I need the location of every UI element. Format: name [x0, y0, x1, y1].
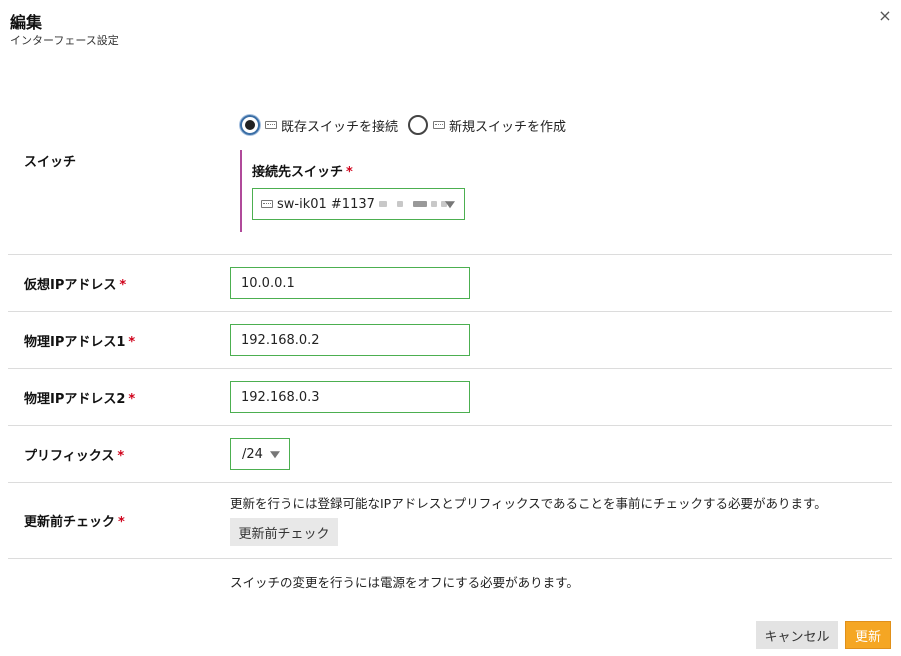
required-mark: *	[118, 515, 125, 530]
prefix-select[interactable]: /24	[230, 438, 290, 470]
pre-check-description: 更新を行うには登録可能なIPアドレスとプリフィックスであることを事前にチェックす…	[230, 496, 827, 511]
physical-ip2-label: 物理IPアドレス2 *	[24, 388, 135, 407]
prefix-label: プリフィックス *	[24, 445, 124, 464]
switch-icon	[433, 121, 446, 129]
radio-existing-switch-label[interactable]: 既存スイッチを接続	[281, 116, 398, 135]
physical-ip1-input[interactable]	[230, 324, 470, 356]
pre-check-label: 更新前チェック *	[24, 511, 125, 530]
divider	[8, 558, 892, 559]
physical-ip1-label: 物理IPアドレス1 *	[24, 331, 135, 350]
divider	[8, 368, 892, 369]
masked-text	[412, 201, 427, 207]
dialog-title: 編集	[10, 13, 43, 32]
prefix-value: /24	[242, 446, 263, 462]
radio-existing-switch[interactable]	[240, 115, 260, 135]
divider	[8, 311, 892, 312]
required-mark: *	[117, 449, 125, 464]
cancel-button[interactable]: キャンセル	[756, 621, 838, 649]
virtual-ip-label: 仮想IPアドレス *	[24, 274, 126, 293]
target-switch-label: 接続先スイッチ *	[252, 161, 353, 180]
chevron-down-icon	[270, 451, 280, 459]
dialog-subtitle: インターフェース設定	[10, 34, 119, 47]
radio-new-switch[interactable]	[408, 115, 429, 135]
switch-icon	[265, 121, 277, 129]
required-mark: *	[346, 165, 353, 180]
target-switch-select[interactable]: sw-ik01 #1137	[252, 188, 465, 220]
close-icon[interactable]: ×	[877, 8, 893, 24]
power-off-note: スイッチの変更を行うには電源をオフにする必要があります。	[230, 575, 579, 590]
required-mark: *	[128, 392, 136, 407]
physical-ip1-label-text: 物理IPアドレス1	[24, 335, 126, 350]
radio-selected-dot	[245, 120, 255, 130]
switch-icon	[261, 200, 273, 208]
masked-text	[378, 201, 387, 207]
update-button[interactable]: 更新	[845, 621, 891, 649]
switch-label: スイッチ	[24, 155, 77, 170]
chevron-down-icon	[445, 201, 455, 209]
pre-check-button[interactable]: 更新前チェック	[230, 518, 338, 546]
pre-check-label-text: 更新前チェック	[24, 515, 116, 530]
required-mark: *	[119, 278, 127, 293]
virtual-ip-label-text: 仮想IPアドレス	[24, 278, 117, 293]
physical-ip2-label-text: 物理IPアドレス2	[24, 392, 126, 407]
target-switch-label-text: 接続先スイッチ	[252, 165, 344, 180]
divider	[8, 425, 892, 426]
switch-mode-radio-group: 既存スイッチを接続 新規スイッチを作成	[240, 114, 576, 136]
radio-new-switch-label[interactable]: 新規スイッチを作成	[449, 116, 566, 135]
masked-text	[430, 201, 437, 207]
physical-ip2-input[interactable]	[230, 381, 470, 413]
switch-panel-bar	[240, 150, 242, 232]
target-switch-value: sw-ik01 #1137	[277, 196, 375, 212]
masked-text	[396, 201, 403, 207]
divider	[8, 482, 892, 483]
required-mark: *	[128, 335, 136, 350]
divider	[8, 254, 892, 255]
virtual-ip-input[interactable]	[230, 267, 470, 299]
prefix-label-text: プリフィックス	[24, 449, 115, 464]
